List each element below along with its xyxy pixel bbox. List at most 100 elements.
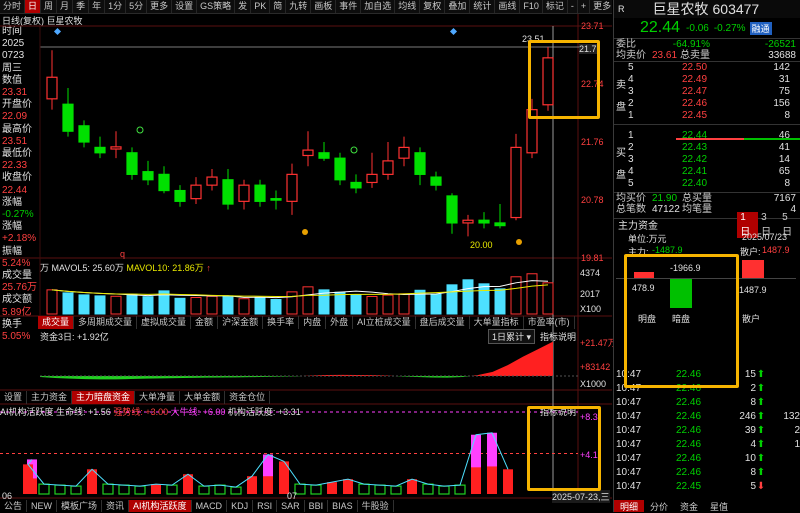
right-tab-3[interactable]: 星值 (704, 500, 734, 512)
indicator-tab-8[interactable]: AI立桩成交量 (353, 316, 416, 329)
volume-bar-25 (446, 284, 458, 315)
activity-bar-23 (374, 484, 386, 495)
stock-name: 巨星农牧 (652, 1, 709, 17)
sell-book-row-4[interactable]: 1 22.45 8 (614, 110, 800, 122)
price-ytick-4: 19.81 (581, 253, 604, 263)
activity-bar-3 (54, 484, 66, 495)
bottom-tab-10[interactable]: BIAS (328, 500, 358, 512)
buy-book-row-4[interactable]: 5 22.40 8 (614, 178, 800, 190)
chart-canvas[interactable] (0, 0, 612, 512)
buy-book-row-0[interactable]: 1 22.44 46 (614, 130, 800, 142)
candle-body-6 (142, 171, 154, 181)
bottom-indicator-tab-bar: 公告 NEW 模板广场 资讯 AI机构活跃度 MACD KDJ RSI SAR BBI BIAS 牛股… (0, 500, 400, 512)
candle-body-8 (174, 189, 186, 202)
indicator-tab-6[interactable]: 内盘 (299, 316, 327, 329)
capital-explain-link[interactable]: 指标说明 (540, 330, 576, 343)
activity-bar-9 (151, 484, 161, 494)
indicator-tab-1[interactable]: 多周期成交量 (74, 316, 138, 329)
activity-bar-20 (327, 482, 337, 494)
volume-bar-15 (286, 291, 298, 315)
candle-body-0 (46, 76, 58, 100)
capital-flow-series (40, 341, 578, 380)
bottom-tab-8[interactable]: SAR (277, 500, 305, 512)
tick-row: 10:47 22.45 5 ⬇ (616, 481, 766, 492)
activity-bar-13 (214, 484, 226, 495)
activity-bar-21 (343, 479, 353, 494)
indicator-tab-5[interactable]: 换手率 (263, 316, 300, 329)
volume-ma5-line (51, 280, 549, 299)
bottom-tab-4[interactable]: AI机构活跃度 (129, 500, 192, 512)
indicator-tab-10[interactable]: 大单量指标 (470, 316, 524, 329)
capital-tab-2[interactable]: 主力暗盘资金 (72, 391, 136, 404)
sell-book-row-0[interactable]: 5 22.50 142 (614, 62, 800, 74)
indicator-tab-7[interactable]: 外盘 (326, 316, 354, 329)
volume-bar-24 (430, 293, 442, 315)
capital-ytick-0: +21.47万 (580, 338, 617, 348)
volume-series (46, 273, 554, 315)
candle-body-20 (366, 173, 378, 184)
capital-tab-1[interactable]: 主力资金 (27, 391, 73, 404)
right-tab-2[interactable]: 资金 (674, 500, 704, 512)
capital-tab-5[interactable]: 资金仓位 (225, 391, 271, 404)
price-ytick-0: 23.71 (581, 21, 604, 31)
indicator-tab-0[interactable]: 成交量 (38, 316, 75, 329)
signal-drop-1 (516, 239, 522, 245)
volume-ytick-0: 4374 (580, 268, 601, 278)
indicator-tab-9[interactable]: 盘后成交量 (416, 316, 470, 329)
candle-body-18 (334, 157, 346, 181)
candle-body-21 (382, 160, 394, 175)
volume-bar-30 (526, 273, 538, 315)
sell-book-row-1[interactable]: 4 22.49 31 (614, 74, 800, 86)
bottom-tab-7[interactable]: RSI (253, 500, 278, 512)
candle-body-26 (462, 219, 474, 224)
volume-bar-18 (334, 291, 346, 315)
buy-book-row-3[interactable]: 4 22.41 65 (614, 166, 800, 178)
indicator-tab-2[interactable]: 虚拟成交量 (137, 316, 192, 329)
activity-legend: AI机构活跃度 生命线: +1.56 强势线: +3.00 大牛线: +6.00… (0, 407, 301, 417)
quote-header: R 巨星农牧 603477 (614, 0, 800, 18)
bottom-tab-1[interactable]: NEW (27, 500, 58, 512)
bottom-tab-2[interactable]: 模板广场 (57, 500, 103, 512)
tick-row: 10:47 22.46 8 ⬆ (616, 467, 766, 478)
indicator-tab-11[interactable]: 市盈率(市) (524, 316, 575, 329)
capital-tab-0[interactable]: 设置 (0, 391, 28, 404)
buy-book-row-1[interactable]: 2 22.43 41 (614, 142, 800, 154)
weicha-value: -26521 (764, 39, 796, 50)
candle-body-5 (126, 152, 138, 175)
buy-book-row-2[interactable]: 3 22.42 14 (614, 154, 800, 166)
indicator-tab-3[interactable]: 金额 (191, 316, 219, 329)
candle-body-13 (254, 184, 266, 202)
bar-retail (742, 260, 764, 278)
capital-tab-4[interactable]: 大单金额 (180, 391, 226, 404)
right-tab-1[interactable]: 分价 (644, 500, 674, 512)
volume-bar-0 (46, 289, 58, 315)
activity-bar-14 (230, 486, 242, 495)
candle-body-4 (110, 146, 122, 150)
right-tab-0[interactable]: 明细 (614, 500, 645, 512)
volume-bar-9 (190, 297, 202, 315)
bottom-tab-3[interactable]: 资讯 (102, 500, 130, 512)
bottom-tab-9[interactable]: BBI (305, 500, 329, 512)
capital-tab-3[interactable]: 大单净量 (135, 391, 181, 404)
bottom-tab-6[interactable]: KDJ (227, 500, 254, 512)
activity-bar-27 (438, 485, 450, 495)
sell-book-row-3[interactable]: 2 22.46 156 (614, 98, 800, 110)
tick-row: 10:47 22.46 39 ⬆ 2 (616, 425, 800, 436)
sell-book-row-2[interactable]: 3 22.47 75 (614, 86, 800, 98)
capital-range-dropdown[interactable]: 1日累计 ▾ (488, 329, 536, 344)
volume-bar-12 (238, 298, 250, 315)
candle-body-17 (318, 152, 330, 159)
activity-bar-31 (503, 469, 513, 494)
bottom-tab-11[interactable]: 牛股验 (358, 500, 394, 512)
candle-body-16 (302, 149, 314, 157)
activity-bar-28 (454, 484, 466, 495)
bottom-tab-5[interactable]: MACD (192, 500, 228, 512)
q-marker: q (120, 249, 126, 259)
activity-bar-7 (118, 484, 130, 495)
cursor-date-label: 2025-07-23,三 (552, 490, 610, 503)
candle-body-15 (286, 173, 298, 202)
activity-bar-4 (70, 485, 82, 495)
indicator-tab-4[interactable]: 沪深金额 (218, 316, 264, 329)
bottom-tab-0[interactable]: 公告 (0, 500, 28, 512)
price-change: -0.06 (686, 22, 709, 34)
